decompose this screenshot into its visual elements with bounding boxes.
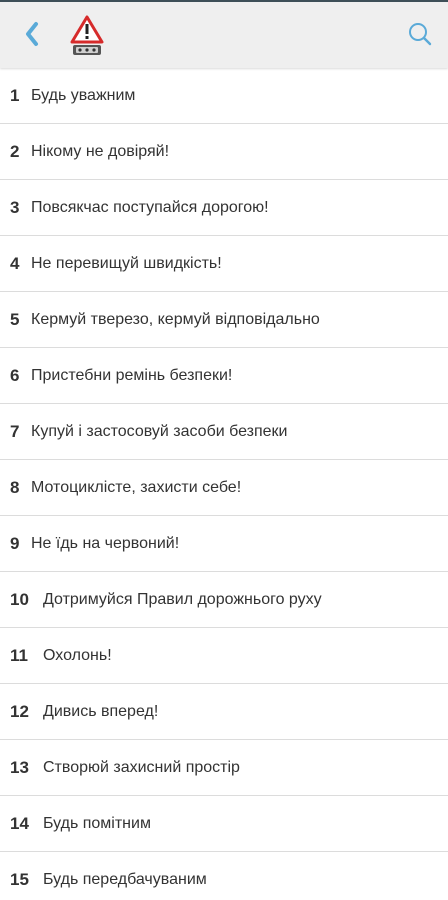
item-label: Охолонь! [43,646,112,664]
list-item[interactable]: 15 Будь передбачуваним [0,852,448,900]
item-number: 14 [10,813,29,833]
top-app-bar [0,0,448,68]
item-number: 1 [10,85,20,105]
item-number: 8 [10,477,20,497]
chevron-left-icon [26,22,38,46]
item-label: Будь помітним [43,814,151,832]
item-number: 2 [10,141,20,161]
item-label: Кермуй тверезо, кермуй відповідально [31,310,320,328]
search-button[interactable] [402,16,438,52]
search-icon [409,23,432,46]
back-button[interactable] [14,16,50,52]
item-number: 12 [10,701,29,721]
list-item[interactable]: 11 Охолонь! [0,628,448,684]
item-number: 11 [10,645,28,665]
item-label: Пристебни ремінь безпеки! [31,366,233,384]
item-number: 13 [10,757,29,777]
item-label: Дотримуйся Правил дорожнього руху [43,590,322,608]
item-label: Мотоциклісте, захисти себе! [31,478,242,496]
item-label: Нікому не довіряй! [31,142,170,160]
item-label: Будь уважним [31,86,136,104]
item-number: 5 [10,309,20,329]
item-number: 4 [10,253,20,273]
item-label: Створюй захисний простір [43,758,240,776]
app-screen: 1 Будь уважним 2 Нікому не довіряй! 3 Повсякч… [0,0,448,900]
item-number: 9 [10,533,20,553]
list-item[interactable]: 1 Будь уважним [0,68,448,124]
item-label: Повсякчас поступайся дорогою! [31,198,269,216]
list-item[interactable]: 9 Не їдь на червоний! [0,516,448,572]
rules-list: 1 Будь уважним 2 Нікому не довіряй! 3 Повсякч… [0,68,448,900]
list-item[interactable]: 8 Мотоциклісте, захисти себе! [0,460,448,516]
list-item[interactable]: 4 Не перевищуй швидкість! [0,236,448,292]
list-item[interactable]: 3 Повсякчас поступайся дорогою! [0,180,448,236]
item-number: 7 [10,421,20,441]
item-label: Купуй і застосовуй засоби безпеки [31,422,288,440]
item-label: Дивись вперед! [43,702,159,720]
item-number: 6 [10,365,20,385]
list-item[interactable]: 10 Дотримуйся Правил дорожнього руху [0,572,448,628]
item-label: Не перевищуй швидкість! [31,254,222,272]
list-item[interactable]: 2 Нікому не довіряй! [0,124,448,180]
list-item[interactable]: 7 Купуй і застосовуй засоби безпеки [0,404,448,460]
list-item[interactable]: 6 Пристебни ремінь безпеки! [0,348,448,404]
list-item[interactable]: 14 Будь помітним [0,796,448,852]
item-number: 10 [10,589,29,609]
item-number: 15 [10,869,29,889]
list-item[interactable]: 13 Створюй захисний простір [0,740,448,796]
item-label: Будь передбачуваним [43,870,207,888]
item-number: 3 [10,197,20,217]
item-label: Не їдь на червоний! [31,534,180,552]
list-item[interactable]: 12 Дивись вперед! [0,684,448,740]
warning-triangle-car-icon [70,14,104,58]
list-item[interactable]: 5 Кермуй тверезо, кермуй відповідально [0,292,448,348]
